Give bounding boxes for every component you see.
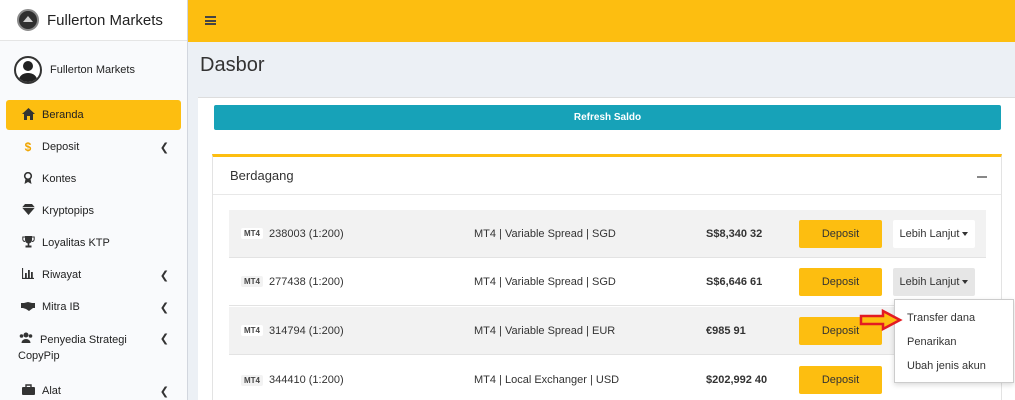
- sidebar-item-alat[interactable]: Alat ❮: [0, 375, 187, 400]
- users-icon: [18, 331, 34, 347]
- toolbox-icon: [20, 384, 36, 398]
- annotation-arrow-icon: [859, 309, 903, 331]
- account-type: MT4 | Variable Spread | SGD: [474, 227, 616, 240]
- account-type: MT4 | Variable Spread | EUR: [474, 324, 616, 337]
- sidebar-menu: Beranda $ Deposit ❮ Kontes Kryptopips Lo…: [0, 100, 187, 400]
- sidebar-item-deposit[interactable]: $ Deposit ❮: [0, 131, 187, 163]
- sidebar-item-label: Loyalitas KTP: [42, 237, 110, 249]
- caret-down-icon: [962, 279, 969, 284]
- refresh-balance-button[interactable]: Refresh Saldo: [214, 105, 1001, 130]
- handshake-icon: [20, 300, 36, 314]
- chevron-left-icon: ❮: [159, 301, 169, 314]
- account-row: MT4 238003 (1:200) MT4 | Variable Spread…: [229, 210, 986, 258]
- deposit-button[interactable]: Deposit: [799, 219, 882, 248]
- sidebar: Fullerton Markets Fullerton Markets Bera…: [0, 0, 188, 400]
- sidebar-item-label: Alat: [42, 385, 61, 397]
- account-type: MT4 | Variable Spread | SGD: [474, 275, 616, 288]
- sidebar-item-label: Kryptopips: [42, 205, 94, 217]
- sidebar-item-penyedia-strategi[interactable]: Penyedia Strategi CopyPip ❮: [0, 323, 187, 373]
- sidebar-item-label: Beranda: [42, 109, 84, 121]
- account-balance: S$8,340 32: [706, 227, 763, 240]
- trophy-icon: [20, 235, 36, 251]
- sidebar-item-beranda[interactable]: Beranda: [6, 100, 181, 130]
- dropdown-item-change-account-type[interactable]: Ubah jenis akun: [895, 354, 1013, 378]
- sidebar-item-label: Mitra IB: [42, 301, 80, 313]
- chevron-left-icon: ❮: [159, 333, 169, 345]
- hamburger-menu-icon[interactable]: [205, 16, 216, 25]
- deposit-button[interactable]: Deposit: [799, 267, 882, 296]
- dropdown-item-withdrawal[interactable]: Penarikan: [895, 330, 1013, 354]
- home-icon: [20, 107, 36, 123]
- more-actions-label: Lebih Lanjut: [899, 227, 960, 240]
- more-actions-button[interactable]: Lebih Lanjut: [893, 267, 975, 296]
- user-name: Fullerton Markets: [50, 64, 135, 76]
- sidebar-item-label: Penyedia Strategi CopyPip: [18, 334, 127, 362]
- chevron-left-icon: ❮: [159, 269, 169, 282]
- caret-down-icon: [962, 231, 969, 236]
- account-type: MT4 | Local Exchanger | USD: [474, 374, 620, 386]
- award-icon: [20, 171, 36, 187]
- sidebar-item-kryptopips[interactable]: Kryptopips: [0, 195, 187, 227]
- sidebar-item-kontes[interactable]: Kontes: [0, 163, 187, 195]
- account-balance: $202,992 40: [706, 374, 768, 386]
- sidebar-item-mitra-ib[interactable]: Mitra IB ❮: [0, 291, 187, 323]
- sidebar-item-label: Deposit: [42, 141, 80, 153]
- deposit-button[interactable]: Deposit: [799, 366, 882, 394]
- account-row: MT4 344410 (1:200) MT4 | Local Exchanger…: [229, 356, 986, 400]
- platform-badge: MT4: [241, 228, 263, 239]
- account-number: 314794 (1:200): [269, 324, 344, 337]
- panel-title: Berdagang: [213, 157, 1001, 195]
- sidebar-item-label: Riwayat: [42, 269, 82, 281]
- diamond-icon: [20, 204, 36, 218]
- account-balance: €985 91: [706, 324, 746, 337]
- brand-logo-icon: [17, 9, 39, 31]
- user-panel[interactable]: Fullerton Markets: [0, 41, 187, 99]
- account-number: 344410 (1:200): [269, 374, 344, 386]
- sidebar-item-label: Kontes: [42, 173, 77, 185]
- account-balance: S$6,646 61: [706, 275, 763, 288]
- more-actions-button[interactable]: Lebih Lanjut: [893, 219, 975, 248]
- account-number: 277438 (1:200): [269, 275, 344, 288]
- platform-badge: MT4: [241, 374, 263, 386]
- chevron-left-icon: ❮: [159, 385, 169, 398]
- dropdown-item-transfer[interactable]: Transfer dana: [895, 306, 1013, 330]
- account-number: 238003 (1:200): [269, 227, 344, 240]
- account-row: MT4 277438 (1:200) MT4 | Variable Spread…: [229, 258, 986, 306]
- bar-chart-icon: [20, 268, 36, 282]
- brand-title: Fullerton Markets: [47, 11, 163, 29]
- page-title: Dasbor: [200, 54, 265, 76]
- top-navbar: [188, 0, 1015, 42]
- platform-badge: MT4: [241, 325, 263, 336]
- avatar: [14, 56, 42, 84]
- collapse-icon[interactable]: [977, 176, 987, 178]
- more-actions-dropdown: Transfer dana Penarikan Ubah jenis akun: [894, 299, 1014, 383]
- sidebar-item-riwayat[interactable]: Riwayat ❮: [0, 259, 187, 291]
- brand-header[interactable]: Fullerton Markets: [0, 0, 187, 41]
- platform-badge: MT4: [241, 276, 263, 287]
- sidebar-item-loyalitas[interactable]: Loyalitas KTP: [0, 227, 187, 259]
- dollar-icon: $: [24, 140, 32, 154]
- chevron-left-icon: ❮: [159, 141, 169, 154]
- more-actions-label: Lebih Lanjut: [899, 275, 960, 288]
